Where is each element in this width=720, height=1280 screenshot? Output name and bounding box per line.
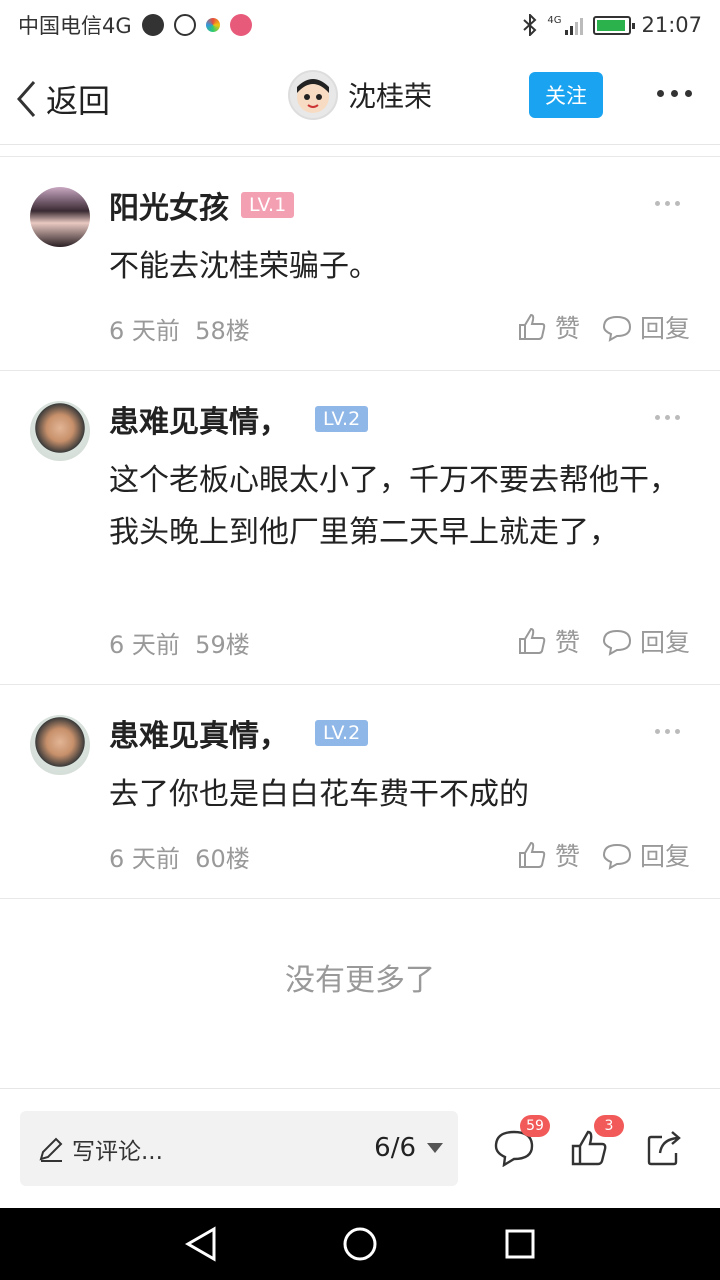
reply-label: 回复	[639, 842, 690, 871]
signal-icon: 4G	[547, 15, 584, 35]
thumbs-up-icon	[518, 627, 546, 654]
follow-button[interactable]: 关注	[529, 72, 603, 118]
speech-bubble-icon	[602, 315, 631, 342]
reply-button[interactable]: 回复	[602, 837, 690, 873]
reply-button[interactable]: 回复	[602, 623, 690, 659]
back-label: 返回	[46, 82, 111, 120]
status-bar: 中国电信4G 4G 21:07	[0, 0, 720, 50]
write-comment-placeholder: 写评论...	[72, 1138, 163, 1165]
like-button[interactable]: 赞	[517, 837, 580, 873]
comment-header: 患难见真情， LV.2	[109, 711, 369, 755]
battery-icon	[593, 15, 636, 35]
bottom-toolbar: 写评论... 6/6 59 3	[0, 1088, 720, 1208]
speech-bubble-icon	[602, 629, 631, 656]
level-badge: LV.1	[241, 192, 295, 218]
chevron-left-icon	[16, 81, 36, 117]
caret-down-icon	[427, 1143, 443, 1153]
status-right: 4G 21:07	[523, 13, 702, 37]
carrier-label: 中国电信4G	[18, 14, 132, 38]
bird-notification-icon	[229, 14, 252, 36]
comment-floor: 59楼	[195, 631, 250, 659]
comment-text: 不能去沈桂荣骗子。	[109, 249, 379, 284]
comment-floor: 60楼	[195, 845, 250, 873]
recents-square-icon[interactable]	[504, 1226, 536, 1262]
header: 返回 沈桂荣 关注	[0, 50, 720, 145]
comment-item: 阳光女孩 LV.1 不能去沈桂荣骗子。 6 天前 58楼 赞 回复	[0, 157, 720, 371]
comment-actions: 赞 回复	[517, 837, 690, 873]
like-count-badge: 3	[594, 1115, 624, 1137]
comment-header: 患难见真情， LV.2	[109, 397, 369, 441]
k-notification-icon	[173, 14, 196, 36]
app-notification-icon	[141, 14, 164, 36]
like-button[interactable]: 赞	[517, 309, 580, 345]
comment-meta: 6 天前 59楼	[109, 625, 250, 660]
write-comment-input[interactable]: 写评论... 6/6	[20, 1111, 458, 1186]
back-triangle-icon[interactable]	[184, 1226, 218, 1262]
reply-button[interactable]: 回复	[602, 309, 690, 345]
thumbs-up-icon	[518, 841, 546, 868]
more-options-icon[interactable]	[657, 90, 692, 97]
avatar[interactable]	[30, 401, 90, 461]
comment-more-icon[interactable]	[655, 201, 680, 206]
title-group: 沈桂荣	[288, 70, 432, 120]
comment-time: 6 天前	[109, 845, 180, 873]
back-button[interactable]: 返回	[14, 76, 110, 122]
commenter-name[interactable]: 患难见真情，	[109, 397, 289, 441]
thumbs-up-icon	[518, 313, 546, 340]
like-label: 赞	[554, 842, 580, 871]
bluetooth-icon	[523, 14, 537, 36]
avatar[interactable]	[30, 187, 90, 247]
comment-meta: 6 天前 60楼	[109, 839, 250, 874]
comment-more-icon[interactable]	[655, 729, 680, 734]
comment-time: 6 天前	[109, 317, 180, 345]
comment-count-badge: 59	[520, 1115, 550, 1137]
reply-label: 回复	[639, 628, 690, 657]
comment-header: 阳光女孩 LV.1	[109, 183, 295, 227]
avatar[interactable]	[30, 715, 90, 775]
comments-button[interactable]: 59	[494, 1115, 550, 1171]
comment-actions: 赞 回复	[517, 623, 690, 659]
page-indicator: 6/6	[374, 1133, 416, 1163]
comment-text: 去了你也是白白花车费干不成的	[109, 777, 529, 812]
network-type-label: 4G	[547, 15, 562, 26]
level-badge: LV.2	[315, 720, 369, 746]
page-title: 沈桂荣	[348, 80, 433, 113]
comment-item: 患难见真情， LV.2 这个老板心眼太小了，千万不要去帮他干，我头晚上到他厂里第…	[0, 371, 720, 685]
no-more-message: 没有更多了	[285, 963, 435, 998]
comment-floor: 58楼	[195, 317, 250, 345]
user-avatar[interactable]	[288, 70, 338, 120]
color-wheel-icon	[205, 18, 220, 32]
page-selector[interactable]: 6/6	[374, 1133, 444, 1163]
comment-more-icon[interactable]	[655, 415, 680, 420]
commenter-name[interactable]: 阳光女孩	[109, 183, 229, 227]
commenter-name[interactable]: 患难见真情，	[109, 711, 289, 755]
cartoon-face-icon	[297, 79, 329, 113]
like-label: 赞	[554, 314, 580, 343]
home-circle-icon[interactable]	[342, 1226, 378, 1262]
speech-bubble-icon	[602, 843, 631, 870]
comment-item: 患难见真情， LV.2 去了你也是白白花车费干不成的 6 天前 60楼 赞 回复	[0, 685, 720, 899]
comment-actions: 赞 回复	[517, 309, 690, 345]
like-label: 赞	[554, 628, 580, 657]
comment-meta: 6 天前 58楼	[109, 311, 250, 346]
comment-text: 这个老板心眼太小了，千万不要去帮他干，我头晚上到他厂里第二天早上就走了，	[109, 463, 679, 550]
system-nav-bar	[0, 1208, 720, 1280]
share-icon	[647, 1131, 681, 1166]
status-left: 中国电信4G	[18, 10, 252, 40]
like-button[interactable]: 赞	[517, 623, 580, 659]
reply-label: 回复	[639, 314, 690, 343]
clock: 21:07	[641, 13, 702, 37]
comment-time: 6 天前	[109, 631, 180, 659]
pencil-icon	[39, 1137, 63, 1162]
share-button[interactable]	[646, 1129, 684, 1171]
like-post-button[interactable]: 3	[570, 1115, 624, 1171]
level-badge: LV.2	[315, 406, 369, 432]
